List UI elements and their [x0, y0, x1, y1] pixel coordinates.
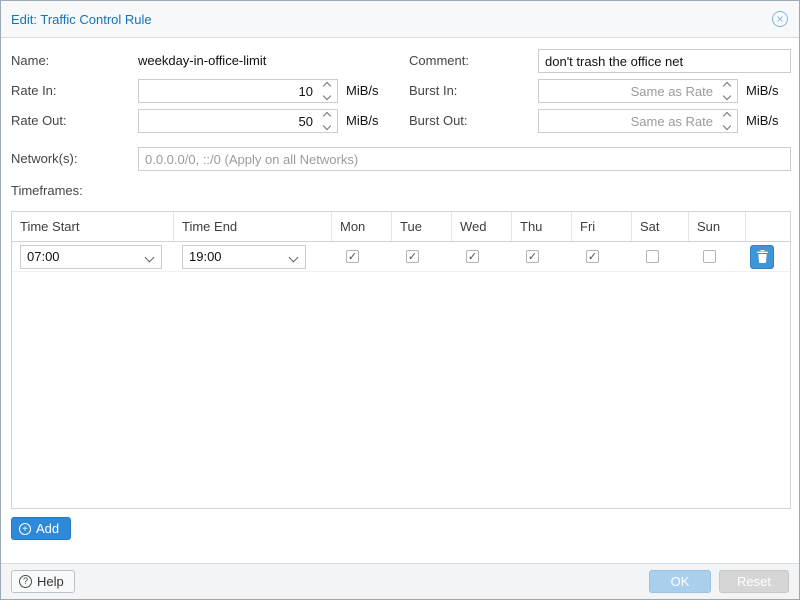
time-end-cell: [174, 242, 332, 271]
burst-out-spinner[interactable]: [719, 110, 734, 132]
reset-button[interactable]: Reset: [719, 570, 789, 593]
column-header-wed[interactable]: Wed: [452, 212, 512, 241]
checkbox-thu[interactable]: ✓: [526, 250, 539, 263]
column-header-sat[interactable]: Sat: [632, 212, 689, 241]
column-header-time-end[interactable]: Time End: [174, 212, 332, 241]
time-start-input[interactable]: [21, 246, 161, 268]
checkbox-fri[interactable]: ✓: [586, 250, 599, 263]
time-end-input[interactable]: [183, 246, 305, 268]
day-cell-wed: ✓: [452, 242, 512, 271]
column-header-mon[interactable]: Mon: [332, 212, 392, 241]
burst-in-spinner[interactable]: [719, 80, 734, 102]
day-cell-mon: ✓: [332, 242, 392, 271]
column-header-tue[interactable]: Tue: [392, 212, 452, 241]
column-header-label: Thu: [520, 219, 542, 234]
plus-circle-icon: +: [19, 523, 31, 535]
timeframes-label: Timeframes:: [11, 179, 83, 203]
rate-out-input[interactable]: [139, 110, 337, 132]
dialog-footer: ? Help OK Reset: [1, 563, 799, 599]
spinner-down-icon[interactable]: [322, 122, 330, 130]
rate-in-label: Rate In:: [11, 79, 57, 103]
rate-out-label: Rate Out:: [11, 109, 67, 133]
spinner-up-icon[interactable]: [722, 82, 730, 90]
comment-input[interactable]: [539, 50, 790, 72]
burst-in-label: Burst In:: [409, 79, 457, 103]
dialog-title: Edit: Traffic Control Rule: [11, 12, 152, 27]
column-header-fri[interactable]: Fri: [572, 212, 632, 241]
add-button-label: Add: [36, 521, 59, 536]
day-cell-fri: ✓: [572, 242, 632, 271]
dialog-header: Edit: Traffic Control Rule ×: [1, 1, 799, 38]
column-header-actions: [746, 212, 790, 241]
column-header-label: Time Start: [20, 219, 79, 234]
checkbox-tue[interactable]: ✓: [406, 250, 419, 263]
checkbox-sat[interactable]: [646, 250, 659, 263]
column-header-label: Tue: [400, 219, 422, 234]
comment-field-wrap: [538, 49, 791, 73]
burst-out-input[interactable]: [539, 110, 737, 132]
table-row[interactable]: ✓ ✓ ✓ ✓ ✓: [12, 242, 790, 272]
networks-field-wrap: [138, 147, 791, 171]
comment-label: Comment:: [409, 49, 469, 73]
networks-label: Network(s):: [11, 147, 77, 171]
time-start-cell: [12, 242, 174, 271]
column-header-label: Sun: [697, 219, 720, 234]
spinner-down-icon[interactable]: [722, 122, 730, 130]
burst-in-field-wrap: [538, 79, 738, 103]
time-start-combo[interactable]: [20, 245, 162, 269]
burst-in-input[interactable]: [539, 80, 737, 102]
day-cell-sat: [632, 242, 689, 271]
ok-button[interactable]: OK: [649, 570, 711, 593]
checkbox-wed[interactable]: ✓: [466, 250, 479, 263]
burst-in-unit: MiB/s: [746, 79, 779, 103]
column-header-label: Wed: [460, 219, 487, 234]
checkbox-sun[interactable]: [703, 250, 716, 263]
column-header-label: Time End: [182, 219, 237, 234]
rate-out-unit: MiB/s: [346, 109, 379, 133]
help-button[interactable]: ? Help: [11, 570, 75, 593]
question-circle-icon: ?: [19, 575, 32, 588]
close-icon[interactable]: ×: [772, 11, 788, 27]
grid-header: Time Start Time End Mon Tue Wed Thu Fri …: [12, 212, 790, 242]
trash-icon: [757, 250, 768, 263]
spinner-up-icon[interactable]: [322, 82, 330, 90]
delete-row-button[interactable]: [750, 245, 774, 269]
name-label: Name:: [11, 49, 49, 73]
timeframes-grid: Time Start Time End Mon Tue Wed Thu Fri …: [11, 211, 791, 509]
day-cell-tue: ✓: [392, 242, 452, 271]
spinner-up-icon[interactable]: [322, 112, 330, 120]
rate-in-field-wrap: [138, 79, 338, 103]
checkbox-mon[interactable]: ✓: [346, 250, 359, 263]
burst-out-unit: MiB/s: [746, 109, 779, 133]
spinner-down-icon[interactable]: [322, 92, 330, 100]
edit-traffic-control-rule-dialog: Edit: Traffic Control Rule × Name: weekd…: [0, 0, 800, 600]
row-actions-cell: [746, 242, 790, 271]
column-header-label: Fri: [580, 219, 595, 234]
add-button[interactable]: + Add: [11, 517, 71, 540]
rate-out-spinner[interactable]: [319, 110, 334, 132]
column-header-label: Sat: [640, 219, 660, 234]
spinner-up-icon[interactable]: [722, 112, 730, 120]
burst-out-field-wrap: [538, 109, 738, 133]
column-header-thu[interactable]: Thu: [512, 212, 572, 241]
rate-in-spinner[interactable]: [319, 80, 334, 102]
column-header-sun[interactable]: Sun: [689, 212, 746, 241]
day-cell-sun: [689, 242, 746, 271]
rate-in-unit: MiB/s: [346, 79, 379, 103]
column-header-label: Mon: [340, 219, 365, 234]
day-cell-thu: ✓: [512, 242, 572, 271]
name-value: weekday-in-office-limit: [138, 49, 266, 73]
burst-out-label: Burst Out:: [409, 109, 468, 133]
time-end-combo[interactable]: [182, 245, 306, 269]
rate-out-field-wrap: [138, 109, 338, 133]
rate-in-input[interactable]: [139, 80, 337, 102]
column-header-time-start[interactable]: Time Start: [12, 212, 174, 241]
networks-input[interactable]: [139, 148, 790, 170]
help-button-label: Help: [37, 574, 64, 589]
spinner-down-icon[interactable]: [722, 92, 730, 100]
